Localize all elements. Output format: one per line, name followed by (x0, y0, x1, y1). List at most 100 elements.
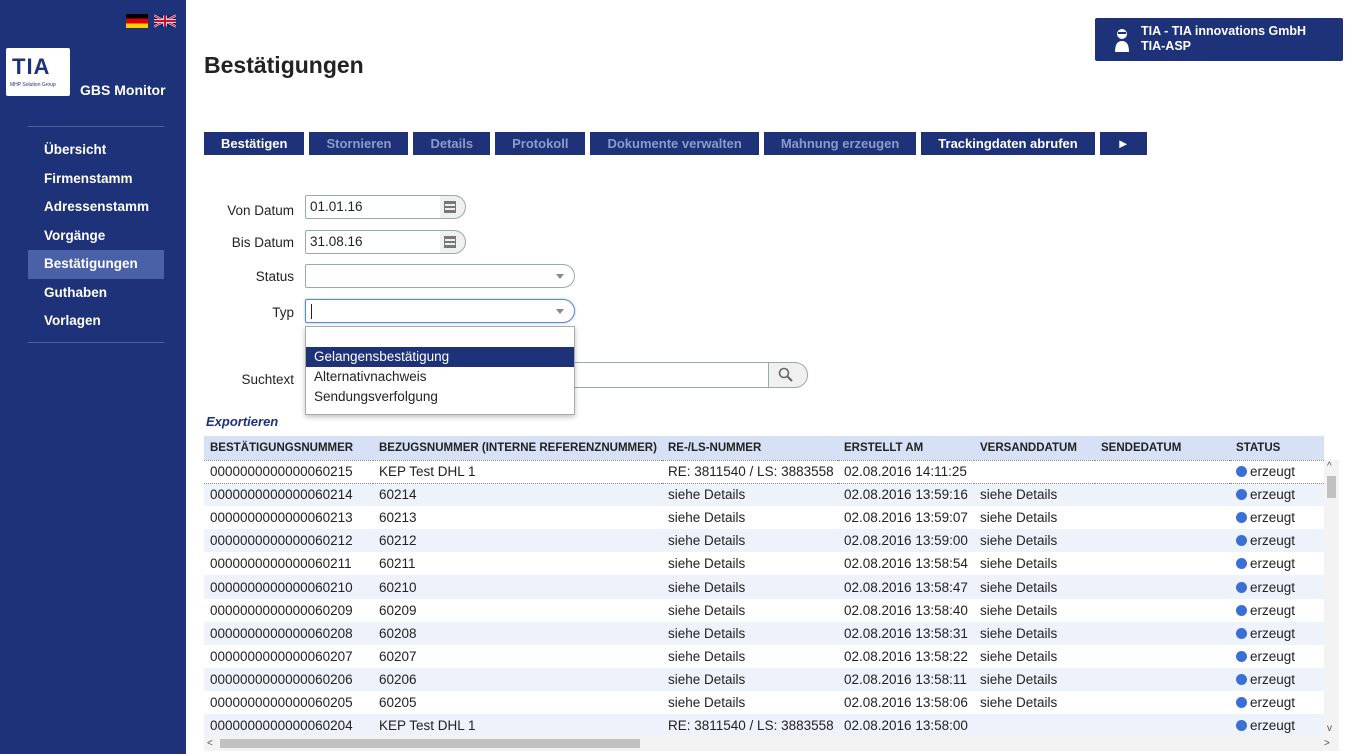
table-row[interactable]: 0000000000000060213 60213 siehe Details 02.… (204, 506, 1324, 529)
toolbar-button-5[interactable]: Mahnung erzeugen (763, 132, 917, 155)
table-cell: 0000000000000060204 (204, 714, 373, 738)
uk-flag-icon[interactable] (154, 14, 176, 28)
status-dot-icon (1236, 720, 1247, 732)
status-cell: erzeugt (1230, 460, 1324, 484)
suchtext-label: Suchtext (241, 372, 294, 387)
confirmations-table-container: BESTÄTIGUNGSNUMMER BEZUGSNUMMER (INTERNE … (204, 436, 1339, 754)
table-cell: siehe Details (662, 621, 838, 645)
column-header-1[interactable]: BEZUGSNUMMER (INTERNE REFERENZNUMMER) (373, 436, 662, 461)
bis-datum-input[interactable]: 31.08.16 (305, 230, 441, 254)
sidebar-item-5[interactable]: Guthaben (28, 279, 164, 308)
table-cell: siehe Details (974, 621, 1095, 645)
scroll-left-icon[interactable]: < (207, 739, 213, 749)
table-row[interactable]: 0000000000000060214 60214 siehe Details 02.… (204, 483, 1324, 507)
table-row[interactable]: 0000000000000060205 60205 siehe Details 02.… (204, 691, 1324, 714)
table-cell: siehe Details (662, 667, 838, 691)
status-dot-icon (1236, 673, 1247, 685)
table-row[interactable]: 0000000000000060206 60206 siehe Details 02.… (204, 667, 1324, 691)
table-cell: siehe Details (980, 510, 1058, 526)
column-header-6[interactable]: STATUS (1230, 436, 1324, 461)
user-info-box[interactable]: TIA - TIA innovations GmbH TIA-ASP (1095, 18, 1343, 61)
german-flag-icon[interactable] (126, 14, 148, 28)
table-cell: 02.08.2016 13:58:40 (844, 602, 968, 618)
toolbar-button-6[interactable]: Trackingdaten abrufen (921, 132, 1095, 155)
column-header-5[interactable]: SENDEDATUM (1095, 436, 1230, 461)
table-row[interactable]: 0000000000000060209 60209 siehe Details 02.… (204, 599, 1324, 622)
sidebar-item-1[interactable]: Firmenstamm (28, 165, 164, 194)
horizontal-scroll-thumb[interactable] (220, 739, 640, 748)
table-cell: 02.08.2016 14:11:25 (838, 460, 974, 484)
status-cell: erzeugt (1230, 621, 1324, 645)
search-button[interactable] (768, 362, 808, 388)
table-cell: 60209 (379, 602, 417, 618)
status-cell: erzeugt (1230, 667, 1324, 691)
export-link[interactable]: Exportieren (206, 414, 278, 429)
chevron-down-icon (556, 309, 564, 314)
column-header-0[interactable]: BESTÄTIGUNGSNUMMER (204, 436, 373, 461)
table-cell (1095, 460, 1230, 484)
scroll-up-icon[interactable]: ^ (1327, 462, 1332, 472)
table-cell: 0000000000000060211 (210, 556, 352, 572)
vertical-scroll-thumb[interactable] (1327, 476, 1336, 498)
status-text: erzeugt (1250, 533, 1296, 549)
table-cell: 0000000000000060205 (210, 694, 353, 710)
column-header-4[interactable]: VERSANDDATUM (974, 436, 1095, 461)
table-cell: siehe Details (980, 602, 1058, 618)
von-datum-input[interactable]: 01.01.16 (305, 195, 441, 219)
sidebar-item-0[interactable]: Übersicht (28, 136, 164, 165)
table-cell: siehe Details (974, 667, 1095, 691)
sidebar-item-2[interactable]: Adressenstamm (28, 193, 164, 222)
status-dot-icon (1236, 627, 1247, 639)
typ-select[interactable] (305, 299, 575, 323)
sidebar-item-4[interactable]: Bestätigungen (28, 250, 164, 279)
search-input[interactable] (570, 362, 770, 388)
table-cell (1095, 599, 1230, 622)
sidebar-item-3[interactable]: Vorgänge (28, 222, 164, 251)
typ-option-1[interactable]: Gelangensbestätigung (306, 347, 574, 367)
toolbar-button-0[interactable]: Bestätigen (204, 132, 305, 155)
status-select[interactable] (305, 264, 575, 288)
typ-dropdown-list: Gelangensbestätigung Alternativnachweis Se… (305, 326, 575, 415)
table-cell: siehe Details (668, 648, 746, 664)
status-cell: erzeugt (1230, 506, 1324, 529)
status-text: erzeugt (1250, 602, 1296, 618)
table-row[interactable]: 0000000000000060207 60207 siehe Details 02.… (204, 645, 1324, 668)
status-text: erzeugt (1250, 625, 1296, 641)
table-row[interactable]: 0000000000000060212 60212 siehe Details 02.… (204, 529, 1324, 553)
typ-option-2[interactable]: Alternativnachweis (306, 367, 574, 387)
status-dot-icon (1236, 604, 1247, 616)
table-cell (1095, 529, 1230, 553)
table-cell: 60210 (373, 575, 662, 599)
table-row[interactable]: 0000000000000060211 60211 siehe Details 02.… (204, 552, 1324, 575)
toolbar-button-2[interactable]: Details (413, 132, 491, 155)
bis-datum-calendar-button[interactable] (440, 230, 466, 254)
typ-option-0[interactable] (306, 327, 574, 347)
toolbar-button-4[interactable]: Dokumente verwalten (590, 132, 759, 155)
sidebar-item-6[interactable]: Vorlagen (28, 307, 164, 336)
column-header-3[interactable]: ERSTELLT AM (838, 436, 974, 461)
scroll-down-icon[interactable]: v (1327, 724, 1332, 734)
table-cell (1095, 645, 1230, 668)
table-cell: 60211 (379, 556, 416, 572)
table-cell: 02.08.2016 13:58:47 (838, 575, 974, 599)
von-datum-calendar-button[interactable] (440, 195, 466, 219)
table-cell: 02.08.2016 13:59:00 (838, 529, 974, 553)
typ-option-3[interactable]: Sendungsverfolgung (306, 387, 574, 407)
table-cell: siehe Details (662, 575, 838, 599)
vertical-scrollbar[interactable]: ^ v (1324, 460, 1339, 736)
user-role: TIA-ASP (1141, 39, 1191, 53)
toolbar-button-3[interactable]: Protokoll (495, 132, 586, 155)
column-header-2[interactable]: RE-/LS-NUMMER (662, 436, 838, 461)
table-row[interactable]: 0000000000000060204 KEP Test DHL 1 RE: 381… (204, 714, 1324, 738)
horizontal-scrollbar[interactable]: < > (204, 736, 1339, 751)
toolbar-button-1[interactable]: Stornieren (309, 132, 409, 155)
table-row[interactable]: 0000000000000060208 60208 siehe Details 02.… (204, 621, 1324, 645)
scroll-right-icon[interactable]: > (1324, 739, 1330, 749)
toolbar-button-7[interactable]: ► (1099, 132, 1147, 155)
table-cell: siehe Details (974, 483, 1095, 507)
table-cell (1095, 691, 1230, 714)
status-text: erzeugt (1250, 671, 1296, 687)
table-row[interactable]: 0000000000000060215 KEP Test DHL 1 RE: 381… (204, 460, 1324, 484)
table-row[interactable]: 0000000000000060210 60210 siehe Details 02.… (204, 575, 1324, 599)
table-cell: 0000000000000060212 (204, 529, 373, 553)
